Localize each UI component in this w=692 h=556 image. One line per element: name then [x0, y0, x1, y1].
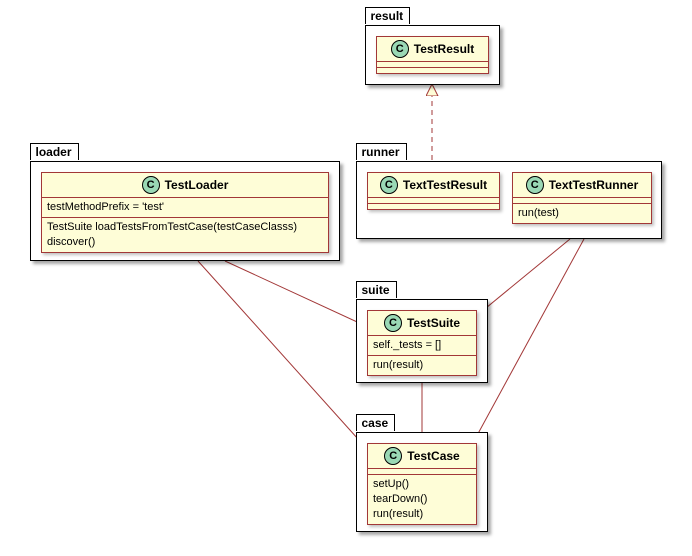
attr: self._tests = []: [373, 338, 471, 353]
ops-section: TestSuite loadTestsFromTestCase(testCase…: [42, 218, 328, 252]
rel-texttestrunner-testsuite: [475, 239, 570, 317]
class-icon: C: [384, 314, 402, 332]
ops-section: setUp() tearDown() run(result): [368, 475, 476, 524]
ops-section: [377, 68, 488, 73]
class-name: TextTestResult: [403, 178, 487, 192]
class-name: TestResult: [414, 42, 474, 56]
class-name: TestCase: [407, 449, 459, 463]
class-test-loader: C TestLoader testMethodPrefix = 'test' T…: [41, 172, 329, 253]
class-icon: C: [391, 40, 409, 58]
package-suite: suite C TestSuite self._tests = [] run(r…: [356, 299, 488, 383]
class-icon: C: [384, 447, 402, 465]
rel-testloader-testcase: [198, 261, 376, 459]
class-icon: C: [526, 176, 544, 194]
package-result: result C TestResult: [365, 25, 500, 85]
op: tearDown(): [373, 492, 471, 507]
op: run(test): [518, 206, 646, 221]
class-test-result: C TestResult: [376, 36, 489, 74]
package-loader: loader C TestLoader testMethodPrefix = '…: [30, 161, 340, 261]
class-test-case: C TestCase setUp() tearDown() run(result…: [367, 443, 477, 525]
class-name: TestSuite: [407, 316, 460, 330]
op: setUp(): [373, 477, 471, 492]
ops-section: run(test): [513, 204, 651, 223]
package-label: case: [356, 414, 396, 431]
class-text-test-runner: C TextTestRunner run(test): [512, 172, 652, 224]
package-case: case C TestCase setUp() tearDown() run(r…: [356, 432, 488, 532]
package-label: result: [365, 7, 411, 24]
class-icon: C: [380, 176, 398, 194]
package-label: loader: [30, 143, 79, 160]
op: TestSuite loadTestsFromTestCase(testCase…: [47, 220, 323, 235]
class-icon: C: [142, 176, 160, 194]
ops-section: [368, 204, 499, 209]
relations-layer: [0, 0, 692, 556]
class-test-suite: C TestSuite self._tests = [] run(result): [367, 310, 477, 376]
attrs-section: self._tests = []: [368, 336, 476, 356]
op: discover(): [47, 235, 323, 250]
class-name: TextTestRunner: [549, 178, 639, 192]
attrs-section: testMethodPrefix = 'test': [42, 198, 328, 218]
package-runner: runner C TextTestResult C TextTestRunner…: [356, 161, 662, 239]
class-name: TestLoader: [165, 178, 229, 192]
op: run(result): [373, 507, 471, 522]
package-label: suite: [356, 281, 397, 298]
package-label: runner: [356, 143, 407, 160]
attr: testMethodPrefix = 'test': [47, 200, 323, 215]
ops-section: run(result): [368, 356, 476, 375]
class-text-test-result: C TextTestResult: [367, 172, 500, 210]
op: run(result): [373, 358, 471, 373]
